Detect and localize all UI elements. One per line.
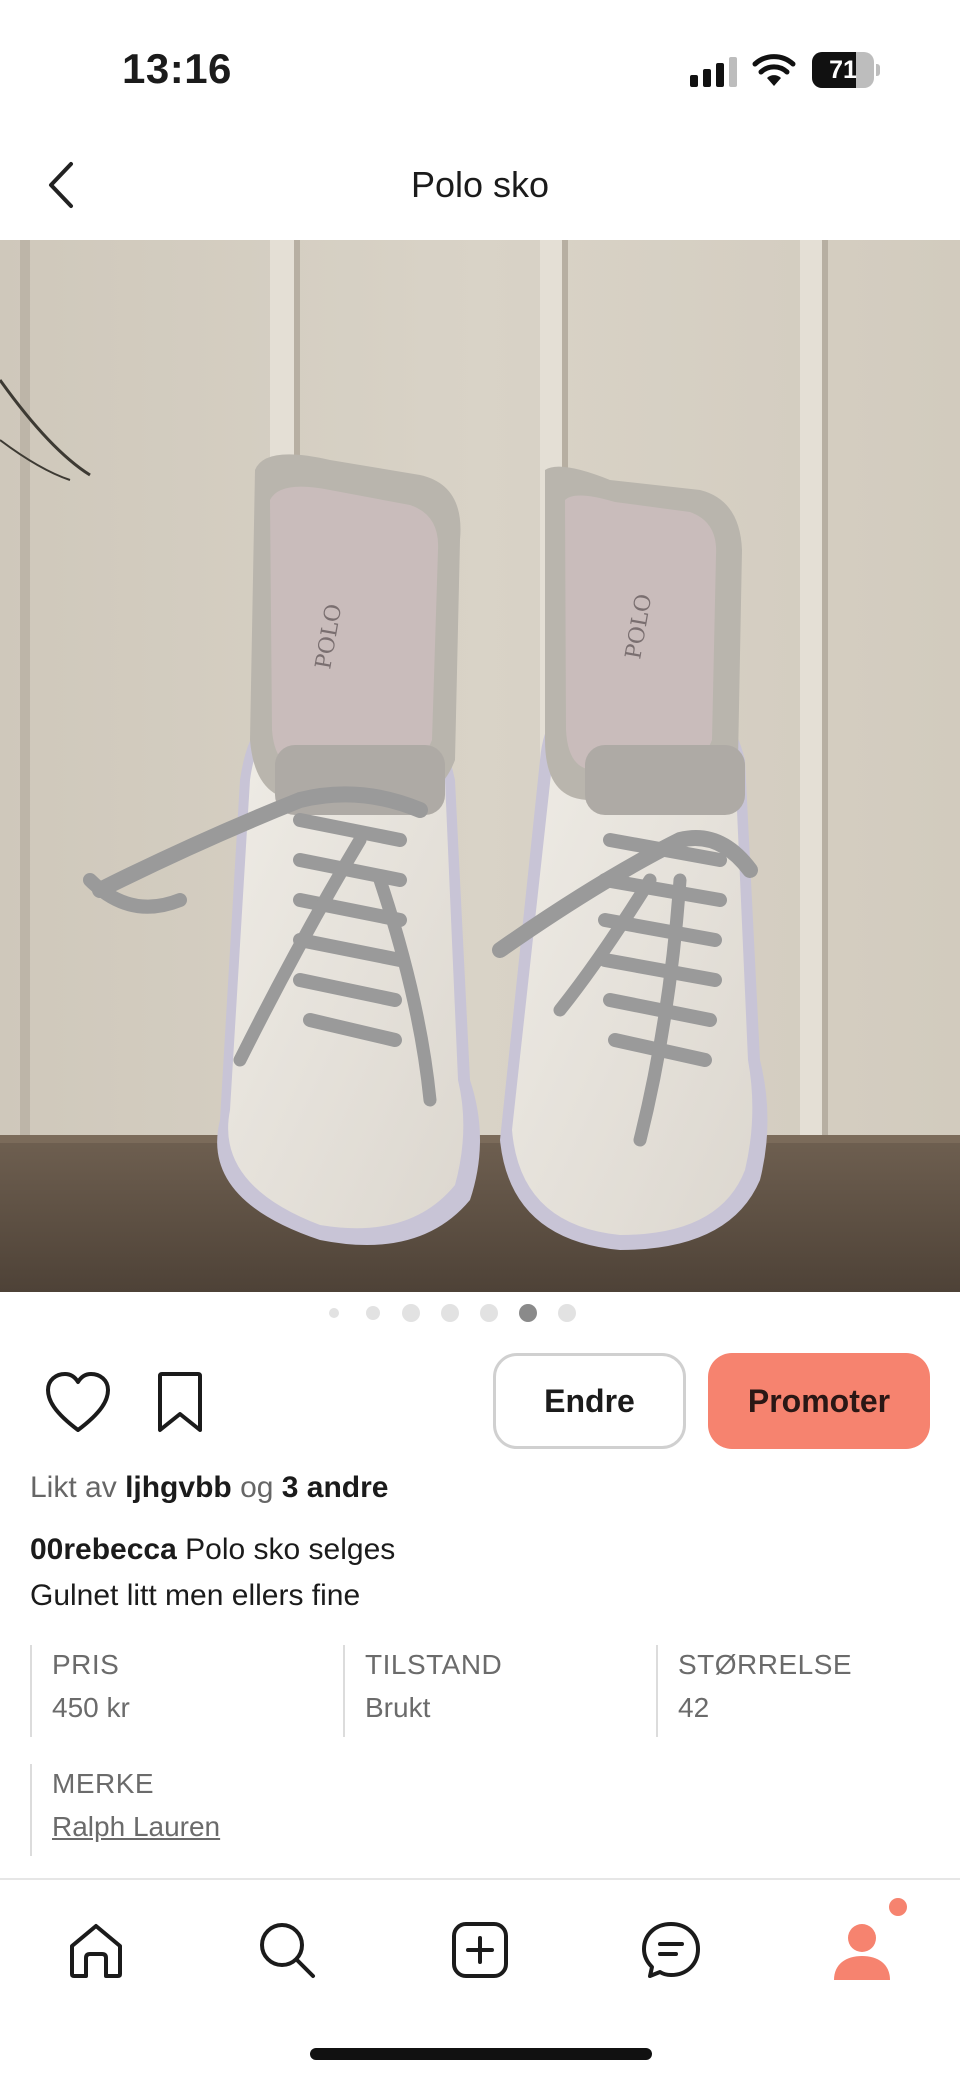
pager-dot-active[interactable] [519,1304,537,1322]
status-bar: 13:16 71 [0,0,960,140]
pager-dot[interactable] [480,1304,498,1322]
liked-prefix: Likt av [30,1471,117,1504]
listing-page: 13:16 71 Polo sko POLO POLO Endre Promot… [0,0,960,2081]
home-icon [70,1924,122,1978]
pager-dot[interactable] [441,1304,459,1322]
notification-dot [889,1898,907,1916]
actions-row: Endre Promoter [0,1350,960,1450]
detail-key: MERKE [52,1768,155,1799]
detail-price: PRIS 450 kr [30,1645,130,1737]
image-pager[interactable] [0,1298,960,1328]
add-icon [452,1922,508,1978]
pager-dot[interactable] [558,1304,576,1322]
pager-dot[interactable] [402,1304,420,1322]
detail-key: STØRRELSE [678,1649,853,1680]
liked-user[interactable]: ljhgvbb [125,1471,232,1504]
tab-home[interactable] [56,1910,136,1990]
liked-joiner: og [240,1471,274,1504]
caption-line2: Gulnet litt men ellers fine [30,1579,361,1612]
wifi-icon [752,54,796,86]
edit-button[interactable]: Endre [493,1353,686,1449]
liked-by[interactable]: Likt av ljhgvbb og 3 andre [30,1471,389,1505]
home-indicator [310,2048,652,2060]
profile-icon [834,1924,890,1980]
tab-messages[interactable] [631,1910,711,1990]
pager-dot[interactable] [329,1308,339,1318]
tab-search[interactable] [247,1910,327,1990]
listing-caption: 00rebecca Polo sko selges Gulnet litt me… [30,1527,395,1619]
messages-icon [642,1922,700,1978]
battery-icon: 71 [812,52,880,88]
page-title: Polo sko [410,164,550,205]
status-time: 13:16 [122,45,232,92]
sneakers-photo: POLO POLO [0,240,960,1292]
like-button[interactable] [44,1370,112,1436]
detail-brand: MERKE Ralph Lauren [30,1764,220,1856]
liked-others[interactable]: 3 andre [282,1471,389,1504]
heart-icon [46,1372,110,1432]
detail-key: TILSTAND [365,1649,503,1680]
detail-key: PRIS [52,1649,120,1680]
tab-add[interactable] [440,1910,520,1990]
promote-button[interactable]: Promoter [708,1353,930,1449]
detail-condition: TILSTAND Brukt [343,1645,502,1737]
cellular-signal-icon [690,57,737,87]
search-icon [260,1923,315,1978]
detail-size: STØRRELSE 42 [656,1645,852,1737]
detail-value: 42 [678,1692,710,1723]
caption-line1: Polo sko selges [185,1533,396,1566]
nav-header: Polo sko [0,140,960,240]
product-photo[interactable]: POLO POLO [0,240,960,1292]
seller-username[interactable]: 00rebecca [30,1533,177,1566]
detail-value: 450 kr [52,1692,130,1723]
bookmark-icon [158,1372,202,1432]
tab-profile[interactable] [822,1910,902,1990]
detail-value: Brukt [365,1692,431,1723]
brand-link[interactable]: Ralph Lauren [52,1804,220,1850]
save-button[interactable] [152,1370,208,1436]
pager-dot[interactable] [366,1306,380,1320]
battery-level: 71 [829,56,857,84]
